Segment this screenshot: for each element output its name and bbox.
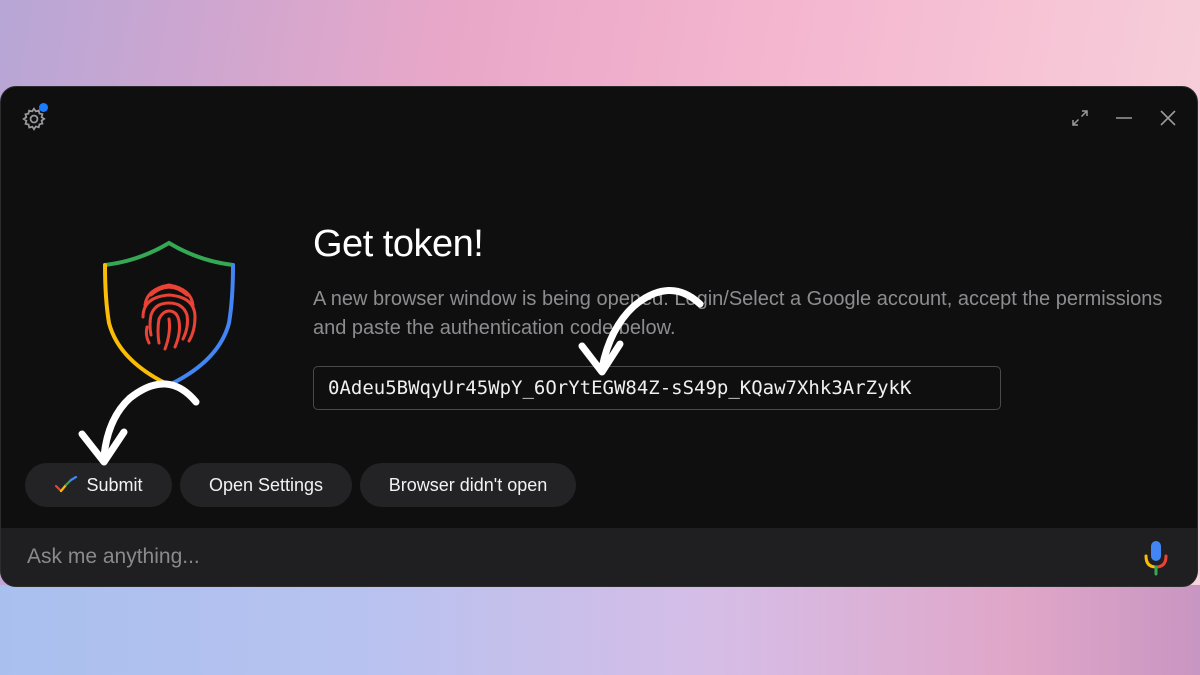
notification-dot	[39, 103, 48, 112]
submit-label: Submit	[86, 474, 143, 495]
window-controls	[1069, 107, 1179, 129]
close-icon[interactable]	[1157, 107, 1179, 129]
tutorial-arrow-token	[578, 287, 704, 376]
minimize-icon[interactable]	[1113, 107, 1135, 129]
check-icon	[55, 476, 78, 493]
fingerprint-shield-icon	[103, 240, 235, 387]
ask-input[interactable]: Ask me anything...	[27, 545, 200, 569]
background-bottom-gradient	[0, 585, 1200, 675]
dialog-title: Get token!	[313, 223, 484, 265]
microphone-icon[interactable]	[1143, 540, 1169, 576]
open-settings-button[interactable]: Open Settings	[180, 463, 352, 507]
expand-icon[interactable]	[1069, 107, 1091, 129]
dialog-description: A new browser window is being opened. Lo…	[313, 288, 1163, 339]
tutorial-arrow-submit	[78, 380, 200, 466]
browser-didnt-open-button[interactable]: Browser didn't open	[360, 463, 576, 507]
ask-bar[interactable]: Ask me anything...	[1, 528, 1197, 586]
